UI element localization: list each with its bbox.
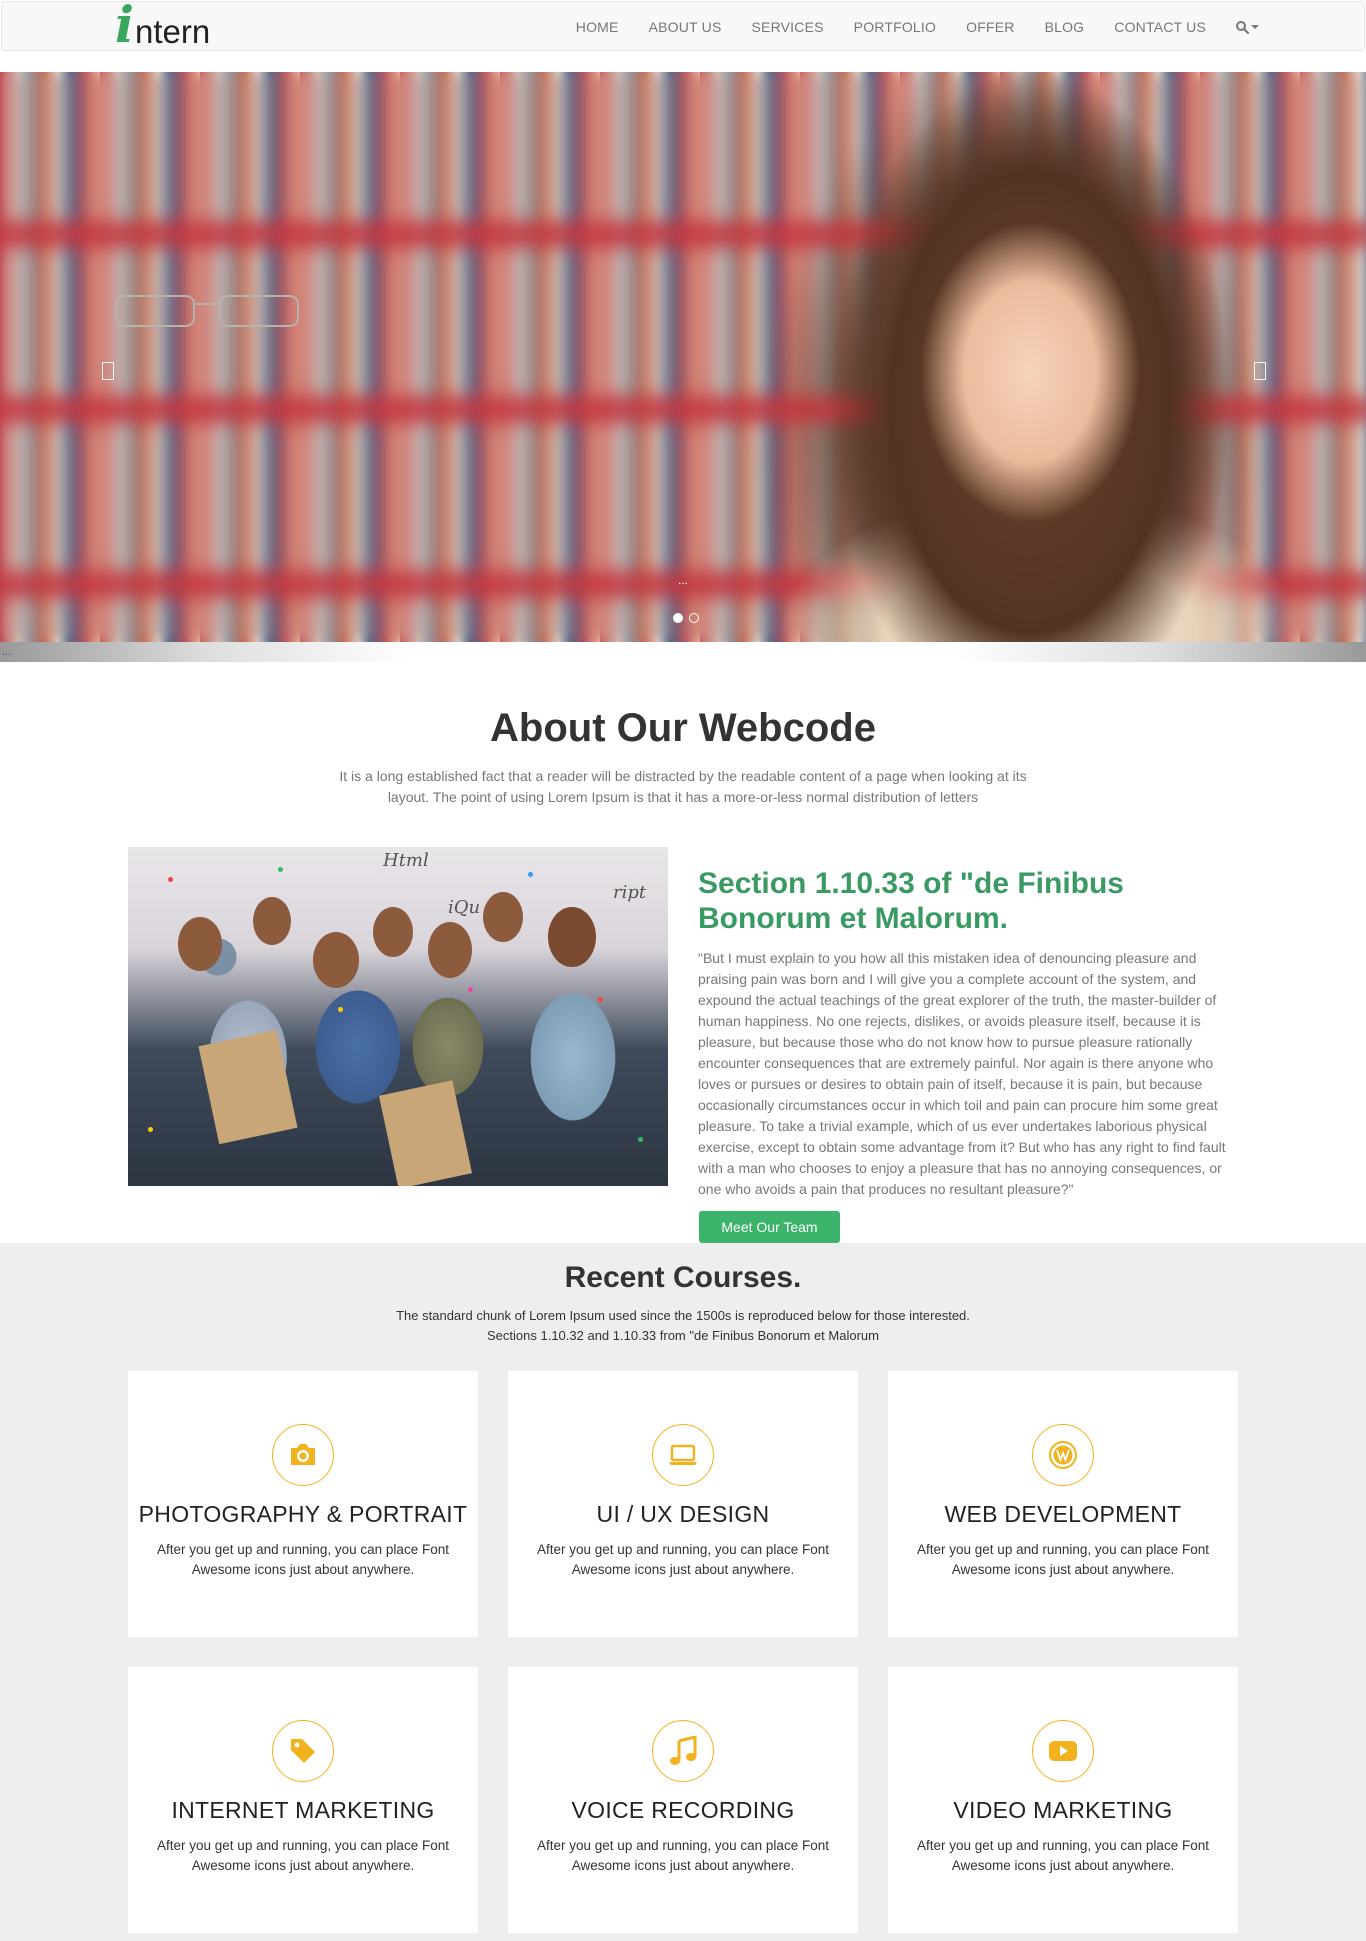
logo-initial: i bbox=[115, 0, 134, 54]
logo[interactable]: i ntern bbox=[115, 0, 211, 54]
glasses-detail bbox=[115, 295, 299, 327]
hero-shadow-text: ... bbox=[2, 646, 12, 658]
nav-services[interactable]: SERVICES bbox=[752, 19, 824, 35]
course-card[interactable]: PHOTOGRAPHY & PORTRAIT After you get up … bbox=[128, 1371, 478, 1637]
carousel-indicator-2[interactable] bbox=[689, 613, 699, 623]
section-body: "But I must explain to you how all this … bbox=[698, 950, 1226, 1197]
youtube-play-icon bbox=[1032, 1720, 1094, 1782]
wordpress-icon bbox=[1032, 1424, 1094, 1486]
photo-wall-text-html: Html bbox=[383, 850, 429, 871]
laptop-icon bbox=[652, 1424, 714, 1486]
nav-about-us[interactable]: ABOUT US bbox=[649, 19, 722, 35]
course-name: UI / UX DESIGN bbox=[596, 1501, 770, 1527]
search-dropdown-toggle[interactable] bbox=[1236, 20, 1259, 34]
courses-subtitle-line-1: The standard chunk of Lorem Ipsum used s… bbox=[396, 1308, 970, 1323]
meet-our-team-button[interactable]: Meet Our Team bbox=[699, 1211, 840, 1243]
course-description: After you get up and running, you can pl… bbox=[917, 1838, 1209, 1873]
course-description: After you get up and running, you can pl… bbox=[537, 1838, 829, 1873]
course-name: INTERNET MARKETING bbox=[171, 1797, 435, 1823]
main-nav: HOME ABOUT US SERVICES PORTFOLIO OFFER B… bbox=[546, 2, 1259, 52]
photo-wall-text-iqu: iQu bbox=[448, 897, 481, 918]
nav-contact-us[interactable]: CONTACT US bbox=[1114, 19, 1206, 35]
course-description: After you get up and running, you can pl… bbox=[917, 1542, 1209, 1577]
course-name: VIDEO MARKETING bbox=[953, 1797, 1173, 1823]
course-card[interactable]: VIDEO MARKETING After you get up and run… bbox=[888, 1667, 1238, 1933]
course-name: VOICE RECORDING bbox=[571, 1797, 795, 1823]
nav-offer[interactable]: OFFER bbox=[966, 19, 1014, 35]
course-description: After you get up and running, you can pl… bbox=[157, 1838, 449, 1873]
courses-subtitle-line-2: Sections 1.10.32 and 1.10.33 from "de Fi… bbox=[487, 1328, 879, 1343]
carousel-prev-button[interactable] bbox=[102, 362, 114, 380]
course-card[interactable]: WEB DEVELOPMENT After you get up and run… bbox=[888, 1371, 1238, 1637]
course-card[interactable]: INTERNET MARKETING After you get up and … bbox=[128, 1667, 478, 1933]
about-title: About Our Webcode bbox=[490, 706, 876, 750]
photo-wall-text-ript: ript bbox=[613, 882, 647, 903]
tag-icon bbox=[272, 1720, 334, 1782]
navbar: i ntern HOME ABOUT US SERVICES PORTFOLIO… bbox=[1, 0, 1365, 54]
caret-down-icon bbox=[1251, 25, 1259, 29]
team-photo: Html iQu ript bbox=[128, 847, 668, 1186]
course-name: PHOTOGRAPHY & PORTRAIT bbox=[138, 1501, 468, 1527]
hero-image bbox=[760, 72, 1300, 642]
course-name: WEB DEVELOPMENT bbox=[944, 1501, 1182, 1527]
nav-portfolio[interactable]: PORTFOLIO bbox=[854, 19, 936, 35]
carousel-indicator-1[interactable] bbox=[673, 613, 683, 623]
hero-shadow-bar bbox=[0, 642, 1366, 662]
course-card[interactable]: UI / UX DESIGN After you get up and runn… bbox=[508, 1371, 858, 1637]
nav-home[interactable]: HOME bbox=[576, 19, 619, 35]
hero-carousel bbox=[0, 72, 1366, 642]
carousel-caption: ... bbox=[678, 573, 689, 587]
nav-blog[interactable]: BLOG bbox=[1045, 19, 1085, 35]
carousel-next-button[interactable] bbox=[1254, 362, 1266, 380]
search-icon bbox=[1236, 20, 1249, 34]
section-heading: Section 1.10.33 of "de Finibus Bonorum e… bbox=[698, 867, 1124, 935]
courses-title: Recent Courses. bbox=[564, 1261, 802, 1294]
course-description: After you get up and running, you can pl… bbox=[157, 1542, 449, 1577]
course-description: After you get up and running, you can pl… bbox=[537, 1542, 829, 1577]
course-card[interactable]: VOICE RECORDING After you get up and run… bbox=[508, 1667, 858, 1933]
camera-icon bbox=[272, 1424, 334, 1486]
courses-subtitle: The standard chunk of Lorem Ipsum used s… bbox=[0, 1306, 1366, 1346]
logo-text: ntern bbox=[135, 13, 211, 50]
music-icon bbox=[652, 1720, 714, 1782]
about-intro: It is a long established fact that a rea… bbox=[339, 768, 1027, 805]
carousel-indicators bbox=[670, 613, 702, 623]
